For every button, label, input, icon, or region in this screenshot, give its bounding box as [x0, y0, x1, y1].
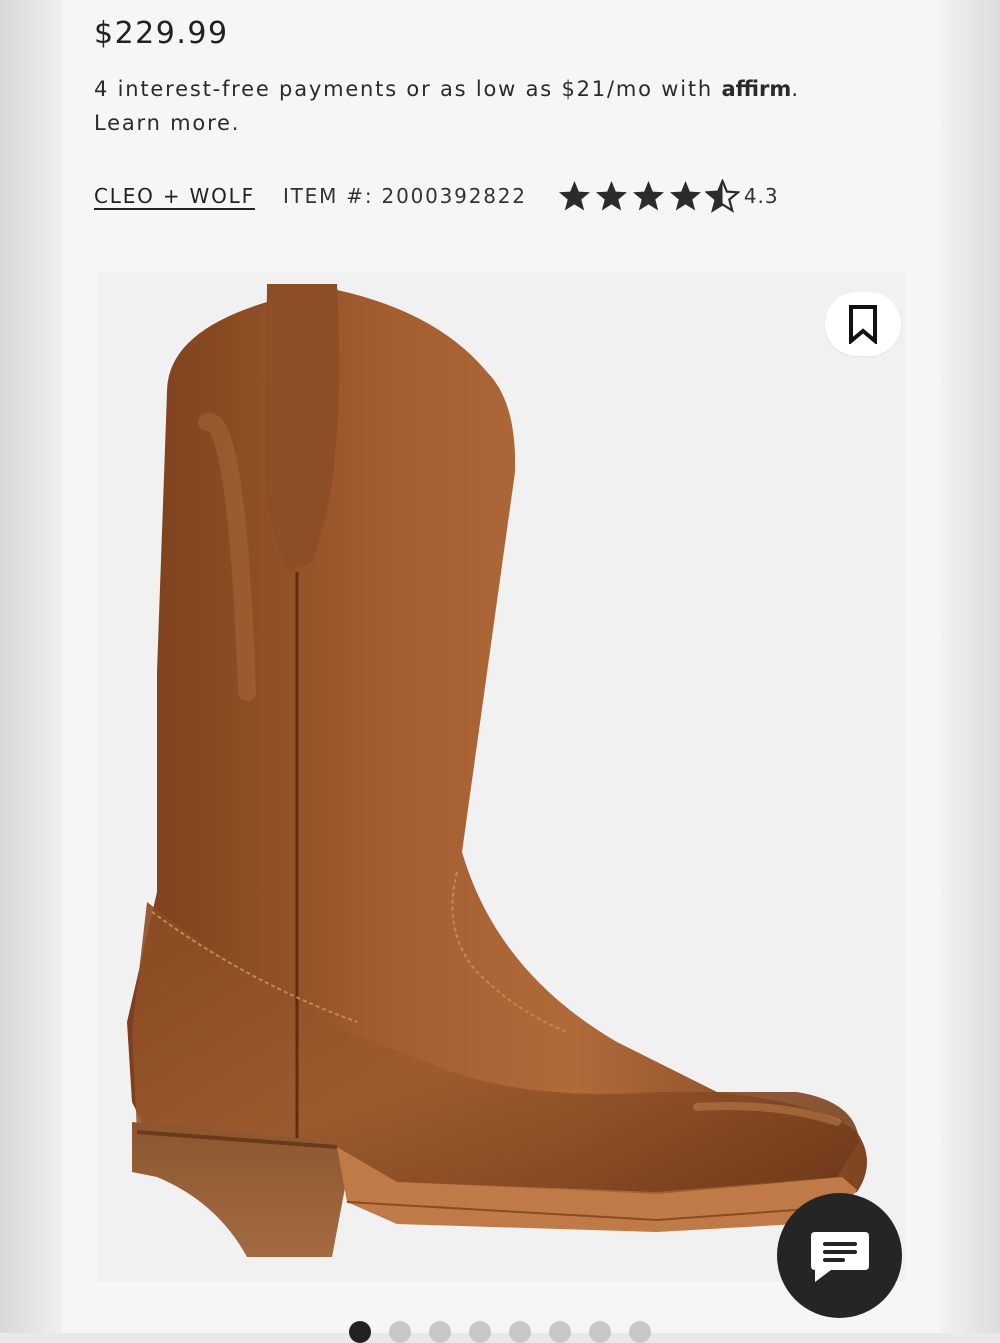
chat-button[interactable]: [777, 1193, 902, 1318]
rating-value: 4.3: [743, 184, 779, 208]
carousel-dots: [349, 1321, 651, 1343]
affirm-logo: affirm: [721, 77, 792, 101]
affirm-text: 4 interest-free payments or as low as $2…: [94, 77, 713, 101]
carousel-dot[interactable]: [469, 1321, 491, 1343]
learn-more-link[interactable]: Learn more.: [94, 111, 240, 135]
item-number: ITEM #: 2000392822: [282, 184, 527, 208]
chat-bubble-icon: [810, 1231, 869, 1282]
affirm-suffix: .: [791, 77, 800, 101]
carousel-dot[interactable]: [389, 1321, 411, 1343]
carousel-dot[interactable]: [509, 1321, 531, 1343]
carousel-dot[interactable]: [589, 1321, 611, 1343]
star-full-icon: [595, 180, 627, 210]
boot-image: [127, 284, 867, 1257]
star-rating[interactable]: [557, 178, 740, 214]
product-image[interactable]: [97, 272, 905, 1282]
affirm-financing[interactable]: 4 interest-free payments or as low as $2…: [94, 72, 874, 140]
carousel-dot[interactable]: [629, 1321, 651, 1343]
star-half-icon: [704, 178, 740, 213]
product-meta: CLEO + WOLF ITEM #: 2000392822 4.3: [94, 176, 779, 216]
star-full-icon: [669, 180, 701, 210]
carousel-dot[interactable]: [429, 1321, 451, 1343]
product-page: $229.99 4 interest-free payments or as l…: [62, 0, 940, 1343]
right-backdrop: [940, 0, 1000, 1333]
carousel-dot[interactable]: [549, 1321, 571, 1343]
bookmark-icon: [849, 305, 877, 344]
carousel-dot[interactable]: [349, 1321, 371, 1343]
product-price: $229.99: [94, 16, 229, 51]
brand-link[interactable]: CLEO + WOLF: [94, 184, 255, 208]
star-full-icon: [632, 180, 664, 210]
left-backdrop: [0, 0, 62, 1333]
save-button[interactable]: [825, 292, 901, 356]
star-full-icon: [558, 180, 590, 210]
